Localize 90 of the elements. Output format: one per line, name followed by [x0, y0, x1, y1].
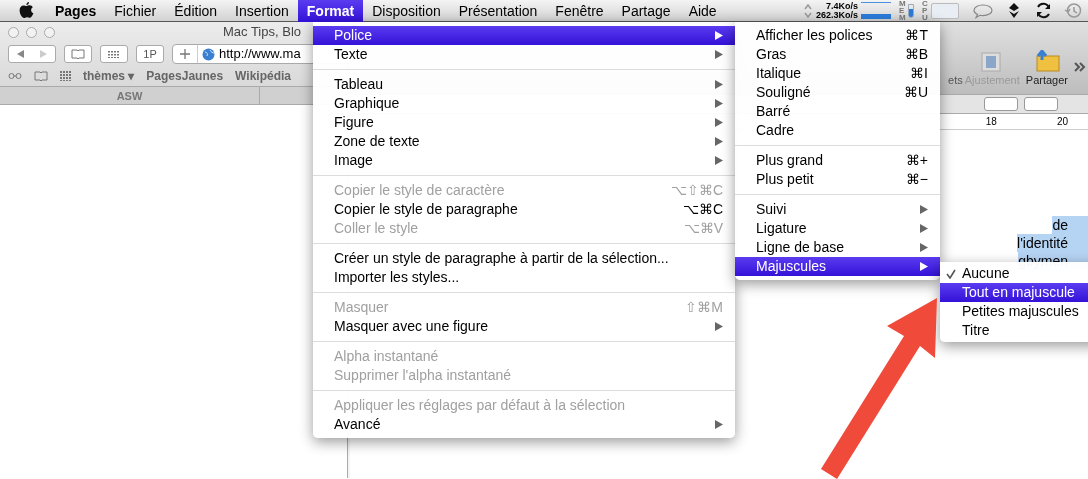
menu-item[interactable]: Figure — [313, 113, 735, 132]
network-graph-icon — [861, 2, 891, 19]
window-title: Mac Tips, Blo — [222, 23, 301, 42]
menu-item[interactable]: Barré — [735, 102, 940, 121]
menu-item[interactable]: Souligné ⌘U — [735, 83, 940, 102]
submenu-arrow-icon — [715, 420, 723, 429]
menu-item[interactable]: Masquer avec une figure — [313, 317, 735, 336]
bookmark-link[interactable]: Wikipédia — [235, 67, 291, 85]
upload-rate: 7.4Ko/s — [825, 1, 858, 11]
memory-label: MEM — [899, 0, 906, 21]
menu-item[interactable]: Importer les styles... — [313, 268, 735, 287]
window-control-icon[interactable] — [44, 26, 55, 38]
menu-bar-item[interactable]: Insertion — [226, 0, 298, 22]
speech-bubble-icon[interactable] — [973, 2, 993, 19]
window-control-icon[interactable] — [26, 26, 37, 38]
menu-item[interactable]: Ligne de base — [735, 238, 940, 257]
menu-item[interactable]: Créer un style de paragraphe à partir de la sélection... — [313, 249, 735, 268]
menu-item[interactable]: Titre — [940, 321, 1088, 340]
submenu-arrow-icon — [715, 80, 723, 89]
selected-text: de — [1052, 216, 1088, 234]
url-text: http://www.ma — [219, 45, 301, 64]
cpu-graph-icon — [931, 2, 959, 19]
menu-item[interactable]: Ligature — [735, 219, 940, 238]
apple-logo-icon[interactable] — [19, 2, 34, 19]
time-machine-icon[interactable] — [1064, 2, 1082, 19]
up-down-arrows-icon — [803, 2, 812, 19]
more-icon[interactable] — [1074, 62, 1086, 72]
menu-item[interactable]: Afficher les polices ⌘T — [735, 26, 940, 45]
menu-item[interactable]: Avancé — [313, 415, 735, 434]
menu-item[interactable]: Italique ⌘I — [735, 64, 940, 83]
sync-icon[interactable] — [1035, 2, 1052, 19]
menu-bar-item[interactable]: Partage — [612, 0, 680, 22]
submenu-arrow-icon — [715, 322, 723, 331]
menu-item[interactable]: Police — [313, 26, 735, 45]
menu-item[interactable]: Petites majuscules — [940, 302, 1088, 321]
ruler-number: 18 — [985, 115, 997, 129]
menu-item[interactable]: Graphique — [313, 94, 735, 113]
menu-item[interactable]: Plus grand ⌘+ — [735, 151, 940, 170]
toolbar-label[interactable]: ets — [948, 71, 963, 88]
submenu-arrow-icon — [920, 205, 928, 214]
submenu-arrow-icon — [715, 50, 723, 59]
list-dropdown[interactable] — [1024, 97, 1058, 111]
menu-item[interactable]: Majuscules — [735, 257, 940, 276]
submenu-arrow-icon — [920, 262, 928, 271]
menu-item[interactable]: Zone de texte — [313, 132, 735, 151]
password-button[interactable]: 1P — [136, 45, 164, 63]
menu-item[interactable]: Plus petit ⌘− — [735, 170, 940, 189]
download-rate: 262.3Ko/s — [815, 10, 858, 20]
submenu-arrow-icon — [715, 99, 723, 108]
bookmarks-button[interactable] — [64, 45, 92, 63]
menu-item[interactable]: Cadre — [735, 121, 940, 140]
ruler-number: 20 — [1056, 115, 1068, 129]
menu-item[interactable]: Tout en majuscule — [940, 283, 1088, 302]
add-icon — [180, 49, 190, 59]
submenu-arrow-icon — [715, 137, 723, 146]
menu-bar-item[interactable]: Format — [297, 0, 364, 22]
grid-icon — [108, 50, 120, 58]
menu-item[interactable]: Gras ⌘B — [735, 45, 940, 64]
toolbar-label[interactable]: Partager — [1025, 71, 1068, 88]
memory-gauge-icon — [908, 3, 914, 18]
layout-icon[interactable] — [981, 51, 1004, 72]
cpu-label: CPU — [922, 0, 929, 21]
back-forward-buttons[interactable] — [8, 45, 56, 63]
menu-bar-item[interactable]: Fichier — [105, 0, 166, 22]
menu-bar-item[interactable]: Aide — [679, 0, 726, 22]
menu-item[interactable]: Suivi — [735, 200, 940, 219]
window-control-icon[interactable] — [8, 26, 19, 38]
forward-icon — [40, 50, 47, 58]
menu-bar-item[interactable]: Fenêtre — [546, 0, 613, 22]
submenu-arrow-icon — [920, 224, 928, 233]
back-icon — [17, 50, 24, 58]
columns-dropdown[interactable] — [984, 97, 1018, 111]
globe-icon — [202, 47, 215, 61]
menu-bar-item[interactable]: Présentation — [449, 0, 547, 22]
glasses-icon[interactable] — [8, 72, 22, 80]
bookmark-link[interactable]: PagesJaunes — [146, 67, 224, 85]
submenu-arrow-icon — [715, 156, 723, 165]
submenu-arrow-icon — [715, 118, 723, 127]
menu-item[interactable]: Copier le style de paragraphe ⌥⌘C — [313, 200, 735, 219]
menu-item[interactable]: Image — [313, 151, 735, 170]
bookmark-link[interactable]: thèmes ▾ — [83, 67, 135, 85]
selected-text: l'identité — [1017, 234, 1088, 252]
menu-item[interactable]: Tableau — [313, 75, 735, 94]
menu-bar-item[interactable]: Édition — [165, 0, 227, 22]
grid-icon[interactable] — [60, 71, 71, 81]
submenu-arrow-icon — [715, 31, 723, 40]
submenu-arrow-icon — [920, 243, 928, 252]
top-sites-button[interactable] — [100, 45, 128, 63]
menu-bar-item[interactable]: Pages — [46, 0, 106, 22]
menu-bar-item[interactable]: Disposition — [363, 0, 450, 22]
